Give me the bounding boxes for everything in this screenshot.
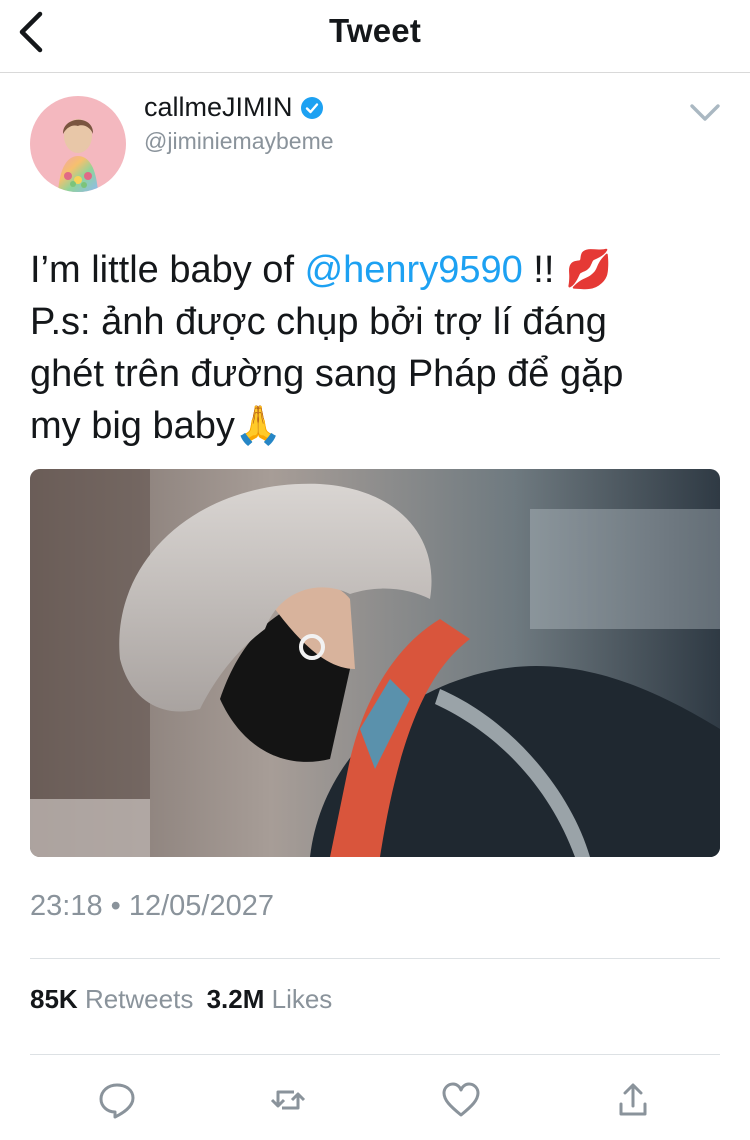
- tweet-timestamp: 23:18 • 12/05/2027: [30, 890, 274, 922]
- display-name[interactable]: callmeJIMIN: [144, 92, 324, 123]
- avatar[interactable]: [30, 96, 126, 192]
- tweet-line-1: I’m little baby of @henry9590 !! 💋: [30, 244, 720, 296]
- praying-hands-emoji: 🙏: [234, 405, 283, 447]
- tweet-text-segment: !!: [522, 249, 565, 291]
- reply-icon[interactable]: [97, 1080, 137, 1120]
- like-icon[interactable]: [441, 1080, 481, 1120]
- kiss-emoji: 💋: [564, 249, 613, 291]
- likes-count[interactable]: 3.2M: [207, 984, 265, 1014]
- retweets-count[interactable]: 85K: [30, 984, 78, 1014]
- tweet-text-segment: I’m little baby of: [30, 249, 305, 291]
- divider: [30, 1054, 720, 1055]
- user-handle[interactable]: @jiminiemaybeme: [144, 128, 334, 155]
- share-icon[interactable]: [613, 1080, 653, 1120]
- verified-badge-icon: [300, 96, 323, 119]
- mention-link[interactable]: @henry9590: [305, 249, 523, 291]
- tweet-photo[interactable]: [30, 469, 720, 857]
- tweet-text: I’m little baby of @henry9590 !! 💋 P.s: …: [30, 244, 720, 452]
- page-title: Tweet: [328, 12, 422, 49]
- tweet-line-3: ghét trên đường sang Pháp để gặp: [30, 353, 624, 395]
- top-bar: Tweet: [0, 0, 750, 73]
- divider: [30, 958, 720, 959]
- retweet-icon[interactable]: [268, 1080, 308, 1120]
- likes-label[interactable]: Likes: [272, 984, 333, 1014]
- display-name-text: callmeJIMIN: [144, 92, 293, 122]
- engagement-stats: 85K Retweets 3.2M Likes: [30, 984, 332, 1015]
- retweets-label[interactable]: Retweets: [85, 984, 193, 1014]
- tweet-text-segment: my big baby: [30, 405, 235, 447]
- tweet-line-2: P.s: ảnh được chụp bởi trợ lí đáng: [30, 301, 607, 343]
- chevron-down-icon[interactable]: [688, 100, 722, 124]
- tweet-line-4: my big baby🙏: [30, 400, 720, 452]
